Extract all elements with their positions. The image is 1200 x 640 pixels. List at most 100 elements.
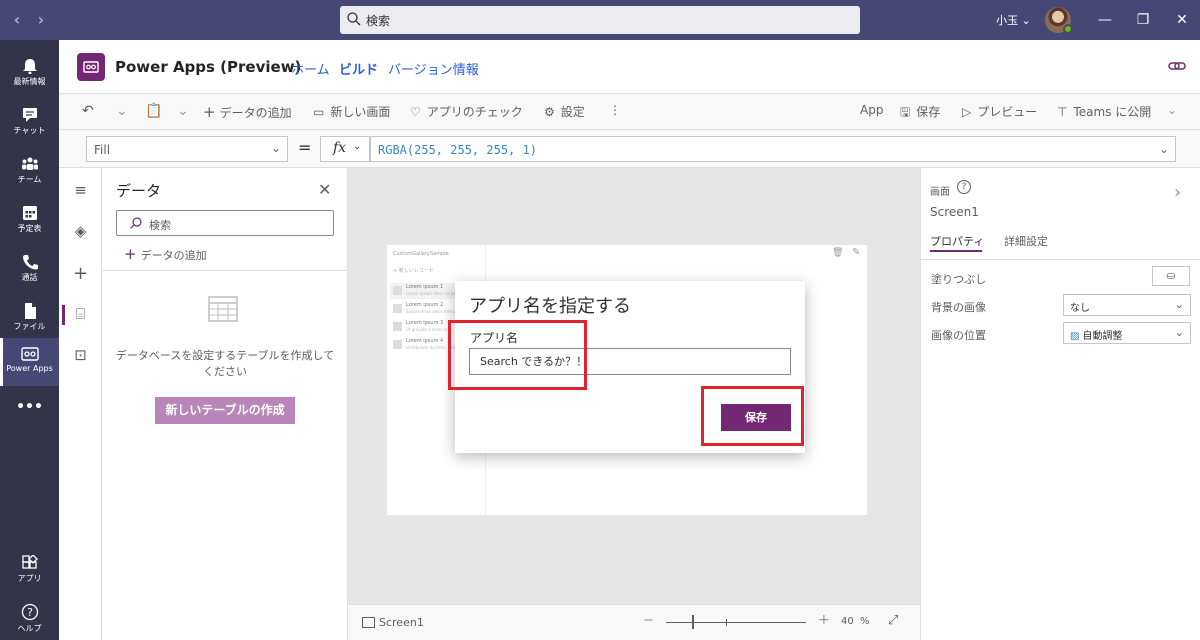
bg-image-select[interactable]: なし ⌄ <box>1063 294 1191 316</box>
rail-item-more[interactable]: ••• <box>0 395 59 425</box>
preview-button[interactable]: ▷ プレビュー <box>962 103 1037 120</box>
zoom-unit: % <box>860 616 870 627</box>
selected-kind: 画面 <box>930 187 950 198</box>
more-commands-icon[interactable]: ⋮ <box>609 103 621 117</box>
close-icon[interactable]: ✕ <box>1170 8 1194 32</box>
fill-color-picker[interactable]: ⛀ <box>1152 266 1190 286</box>
phone-icon <box>22 255 38 270</box>
chevron-left-icon[interactable]: ‹ <box>8 10 26 29</box>
active-tool-indicator <box>62 305 65 325</box>
file-icon <box>24 303 36 319</box>
rail-item-apps[interactable]: アプリ <box>0 547 59 595</box>
rail-item-teams[interactable]: チーム <box>0 148 59 196</box>
restore-icon[interactable]: ❐ <box>1131 8 1155 32</box>
create-table-button[interactable]: 新しいテーブルの作成 <box>155 397 295 424</box>
publish-teams-button[interactable]: ⊤ Teams に公開 <box>1057 103 1151 120</box>
help-icon[interactable]: ? <box>957 180 971 194</box>
preview-row-title: Lorem ipsum 4 <box>406 338 444 344</box>
app-checker-button[interactable]: ♡ アプリのチェック <box>410 103 523 120</box>
table-icon <box>208 296 238 322</box>
rail-item-power-apps[interactable]: Power Apps <box>0 338 59 386</box>
data-search-input[interactable]: 検索 <box>116 210 334 236</box>
rail-item-help[interactable]: ? ヘルプ <box>0 595 59 640</box>
teams-rail: 最新情報 チャット チーム 予定表 通話 ファイル Power Apps •••… <box>0 40 59 640</box>
preview-row-title: Lorem ipsum 2 <box>406 302 444 308</box>
new-screen-button[interactable]: ▭ 新しい画面 <box>313 103 390 120</box>
zoom-slider-thumb[interactable] <box>692 615 694 629</box>
divider <box>102 270 348 271</box>
fx-icon: fx <box>333 140 347 156</box>
formula-input[interactable]: RGBA(255, 255, 255, 1) ⌄ <box>370 136 1176 162</box>
hamburger-icon[interactable]: ≡ <box>59 181 102 199</box>
search-icon <box>130 217 142 229</box>
copy-link-icon[interactable] <box>1168 58 1186 74</box>
active-tab-underline <box>930 250 982 252</box>
preview-row-sub: Lorem ipsum dolor sit amet <box>406 291 462 296</box>
chevron-down-icon[interactable]: ⌄ <box>177 103 189 119</box>
chevron-down-icon: ⌄ <box>1174 326 1184 339</box>
chevron-down-icon[interactable]: ⌄ <box>1167 103 1177 117</box>
fit-to-window-icon[interactable]: ⤢ <box>888 613 898 628</box>
data-search-placeholder: 検索 <box>149 219 171 232</box>
chevron-down-icon[interactable]: ⌄ <box>116 103 128 119</box>
zoom-slider[interactable] <box>666 622 806 623</box>
minimize-icon[interactable]: — <box>1093 8 1117 32</box>
zoom-in-icon[interactable]: + <box>818 612 830 628</box>
fx-button[interactable]: fx ⌄ <box>320 136 370 162</box>
rail-label: 最新情報 <box>13 77 46 86</box>
screen-selector[interactable]: Screen1 <box>379 616 424 629</box>
rail-item-calendar[interactable]: 予定表 <box>0 197 59 245</box>
data-database-icon[interactable]: ⌸ <box>59 305 102 323</box>
app-check-label: アプリのチェック <box>426 105 523 119</box>
property-dropdown[interactable]: Fill ⌄ <box>86 136 288 162</box>
chevron-down-icon: ⌄ <box>270 141 281 155</box>
rail-item-files[interactable]: ファイル <box>0 295 59 343</box>
insert-plus-icon[interactable]: + <box>59 263 102 284</box>
rail-item-calls[interactable]: 通話 <box>0 246 59 294</box>
app-selector[interactable]: App <box>860 103 883 117</box>
preview-new-record-label: 新しいレコード <box>398 268 434 274</box>
media-icon[interactable]: ⊡ <box>59 346 102 364</box>
tab-properties[interactable]: プロパティ <box>930 233 984 249</box>
user-name[interactable]: 小玉 ⌄ <box>996 12 1031 28</box>
nav-link-build[interactable]: ビルド <box>339 59 378 78</box>
bg-image-value: なし <box>1070 303 1090 314</box>
add-data-link[interactable]: + データの追加 <box>124 245 207 263</box>
close-icon[interactable]: ✕ <box>318 180 331 199</box>
save-command-button[interactable]: 🖫 保存 <box>900 103 940 124</box>
apps-icon <box>21 555 38 569</box>
tab-advanced[interactable]: 詳細設定 <box>1004 233 1048 249</box>
rail-item-chat[interactable]: チャット <box>0 99 59 147</box>
chevron-right-icon[interactable]: › <box>1174 182 1181 203</box>
stethoscope-icon: ♡ <box>410 105 421 119</box>
chevron-right-icon[interactable]: › <box>32 10 50 29</box>
empty-data-message: データベースを設定するテーブルを作成してください <box>115 349 335 378</box>
teams-logo-icon: ⊤ <box>1057 105 1068 119</box>
chevron-down-icon: ⌄ <box>1158 142 1169 156</box>
save-label: 保存 <box>916 105 941 119</box>
rail-label: チーム <box>17 175 42 184</box>
nav-link-about[interactable]: バージョン情報 <box>388 59 479 78</box>
zoom-out-icon[interactable]: − <box>643 613 654 628</box>
undo-icon[interactable]: ↶ <box>82 103 94 119</box>
preview-row-title: Lorem ipsum 3 <box>406 320 444 326</box>
add-data-button[interactable]: + データの追加 <box>203 103 292 121</box>
plus-icon: + <box>203 103 216 121</box>
app-title: Power Apps (Preview) <box>115 58 302 76</box>
highlight-box-save <box>701 386 804 446</box>
settings-button[interactable]: ⚙ 設定 <box>544 103 585 120</box>
nav-link-home[interactable]: ホーム <box>291 59 330 78</box>
fill-label: 塗りつぶし <box>931 273 987 286</box>
paint-bucket-icon: ⛀ <box>1166 269 1176 282</box>
more-icon: ••• <box>16 399 43 415</box>
global-search-input[interactable]: 検索 <box>340 6 860 34</box>
help-icon: ? <box>21 603 38 621</box>
zoom-value[interactable]: 40 <box>841 616 854 627</box>
layers-icon[interactable]: ◈ <box>59 222 102 240</box>
image-position-select[interactable]: ▨ 自動調整 ⌄ <box>1063 322 1191 344</box>
canvas-bottom-bar <box>348 604 920 640</box>
rail-item-activity[interactable]: 最新情報 <box>0 50 59 98</box>
chevron-down-icon: ⌄ <box>1174 298 1184 311</box>
paste-icon[interactable]: 📋 <box>145 103 162 119</box>
image-position-value: ▨ 自動調整 <box>1070 327 1122 342</box>
